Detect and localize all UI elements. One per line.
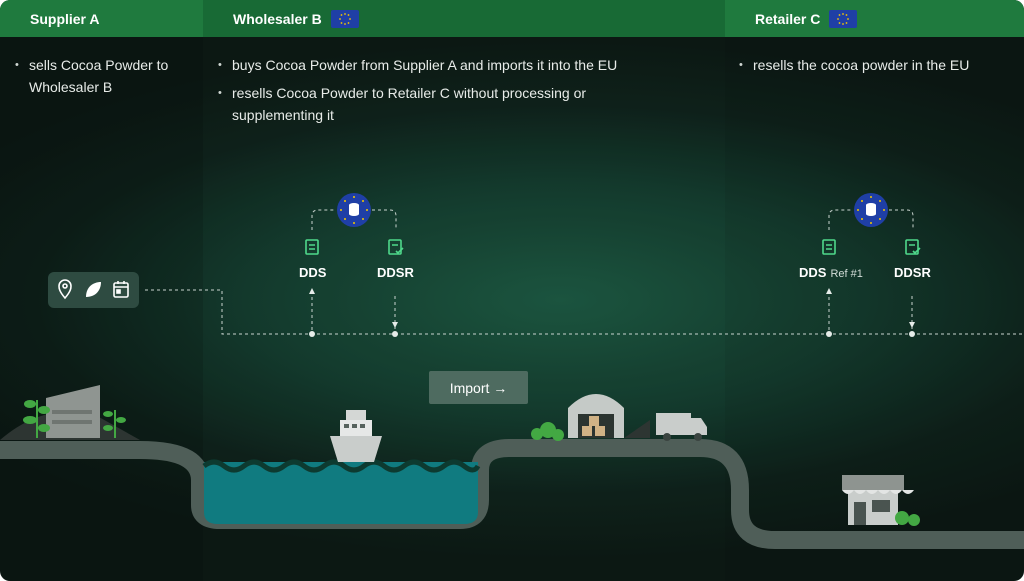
supply-chain-diagram: Supplier A Wholesaler B Retailer C sells… — [0, 0, 1024, 581]
diagram-illustration — [0, 193, 1024, 549]
import-button[interactable]: Import → — [429, 371, 528, 404]
calendar-icon — [113, 281, 129, 298]
eu-database-icon — [854, 193, 888, 227]
location-pin-icon — [58, 279, 72, 300]
document-check-icon — [388, 239, 404, 255]
ship-icon — [330, 410, 382, 462]
document-icon — [305, 239, 319, 255]
ddsr-label: DDSR — [377, 265, 414, 280]
ref-label: Ref #1 — [830, 268, 863, 280]
leaf-icon — [86, 282, 101, 297]
geolocation-toolbar — [48, 272, 139, 308]
dds-label: DDS — [799, 265, 827, 280]
eu-database-icon — [337, 193, 371, 227]
warehouse-icon — [568, 394, 624, 438]
document-check-icon — [905, 239, 921, 255]
ddsr-label: DDSR — [894, 265, 931, 280]
dds-label: DDS — [299, 265, 327, 280]
factory-icon — [46, 385, 100, 438]
truck-icon — [656, 413, 707, 441]
document-icon — [822, 239, 836, 255]
dds-ref-label: DDS Ref #1 — [799, 265, 863, 280]
